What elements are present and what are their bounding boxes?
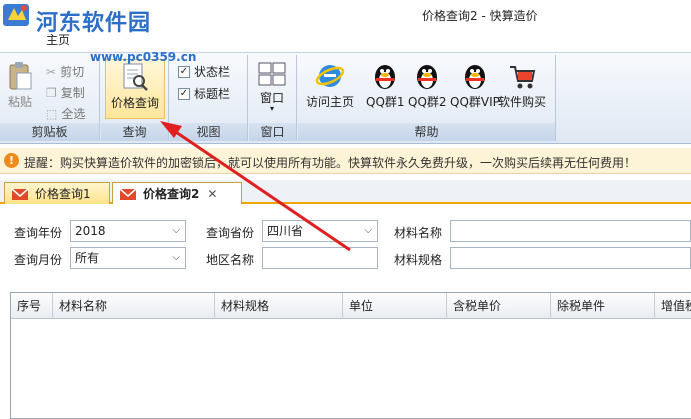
column-header[interactable]: 材料名称	[53, 293, 215, 319]
clipboard-group-label: 剪贴板	[0, 123, 99, 141]
year-select[interactable]: 2018 ⌵	[70, 220, 186, 242]
watermark-url: www.pc0359.cn	[90, 50, 197, 64]
qq-penguin-icon	[375, 65, 396, 89]
year-value: 2018	[75, 224, 106, 238]
material-spec-label: 材料规格	[394, 253, 443, 267]
province-select[interactable]: 四川省 ⌵	[262, 220, 378, 242]
copy-label: 复制	[60, 86, 85, 100]
help-group-label: 帮助	[298, 123, 555, 141]
province-value: 四川省	[267, 224, 304, 238]
qq-penguin-icon	[417, 65, 438, 89]
query-form: 查询年份 2018 ⌵ 查询月份 所有 ⌵ 查询省份 四川省 ⌵ 地区名称 材料…	[0, 206, 691, 286]
price-query-button[interactable]: 价格查询	[105, 59, 165, 119]
menu-home-tab[interactable]: 主页	[46, 31, 70, 48]
ribbon-group-view: ✓ 状态栏 ✓ 标题栏 视图	[170, 55, 248, 141]
window-group-label: 窗口	[249, 123, 296, 141]
chevron-down-icon: ⌵	[172, 225, 180, 236]
statusbar-checkbox[interactable]: ✓ 状态栏	[178, 63, 230, 80]
column-header[interactable]: 增值税	[655, 293, 691, 319]
qq-vip-label: QQ群VIP	[450, 95, 500, 109]
scissors-icon: ✂	[46, 64, 57, 79]
notice-text: 提醒：购买快算造价软件的加密锁后，就可以使用所有功能。快算软件永久免费升级，一次…	[24, 156, 637, 170]
material-name-input[interactable]	[450, 220, 691, 242]
column-header[interactable]: 序号	[11, 293, 53, 319]
paste-button[interactable]: 粘贴	[6, 61, 34, 110]
visit-home-button[interactable]: 访问主页	[306, 61, 354, 110]
copy-button[interactable]: ❐ 复制	[46, 84, 85, 101]
window-layout-icon	[258, 62, 286, 86]
notice-bar: ! 提醒：购买快算造价软件的加密锁后，就可以使用所有功能。快算软件永久免费升级，…	[0, 148, 691, 174]
app-logo-icon[interactable]	[2, 2, 32, 28]
column-header[interactable]: 含税单价	[447, 293, 551, 319]
title-bar: 河东软件园 价格查询2 - 快算造价 主页	[0, 0, 691, 47]
ribbon-group-query: 价格查询 查询	[101, 55, 169, 141]
qq-penguin-icon	[464, 65, 485, 89]
tab-label: 价格查询2	[143, 187, 200, 201]
window-title: 价格查询2 - 快算造价	[422, 9, 538, 23]
ribbon: 粘贴 ✂ 剪切 ❐ 复制 ⬚ 全选 剪贴板 价格查询 查询 ✓ 状态栏 ✓ 标题…	[0, 52, 691, 144]
month-select[interactable]: 所有 ⌵	[70, 247, 186, 269]
price-query-label: 价格查询	[110, 96, 159, 110]
qq-group2-button[interactable]: QQ群2	[408, 61, 447, 110]
ie-browser-icon	[315, 65, 345, 87]
paste-icon	[9, 62, 32, 90]
titlebar-checkbox[interactable]: ✓ 标题栏	[178, 85, 230, 102]
province-label: 查询省份	[206, 226, 255, 240]
envelope-icon	[119, 187, 137, 200]
qq-group1-label: QQ群1	[366, 95, 405, 109]
close-icon[interactable]: ✕	[207, 187, 217, 201]
visit-home-label: 访问主页	[306, 95, 355, 109]
month-value: 所有	[75, 251, 100, 265]
info-icon: !	[4, 153, 19, 168]
chevron-down-icon: ▾	[269, 104, 274, 113]
column-header[interactable]: 除税单件	[551, 293, 655, 319]
material-name-label: 材料名称	[394, 226, 443, 240]
month-label: 查询月份	[14, 253, 63, 267]
check-icon: ✓	[178, 65, 190, 78]
price-query-icon	[123, 63, 148, 91]
buy-software-button[interactable]: 软件购买	[498, 61, 546, 110]
column-header[interactable]: 材料规格	[215, 293, 343, 319]
window-button[interactable]: 窗口 ▾	[257, 61, 287, 113]
region-input[interactable]	[262, 247, 378, 269]
view-group-label: 视图	[170, 123, 247, 141]
statusbar-label: 状态栏	[194, 65, 231, 79]
ribbon-group-clipboard: 粘贴 ✂ 剪切 ❐ 复制 ⬚ 全选 剪贴板	[0, 55, 100, 141]
shopping-cart-icon	[510, 66, 536, 89]
chevron-down-icon: ⌵	[364, 225, 372, 236]
select-all-icon: ⬚	[46, 106, 58, 121]
tab-label: 价格查询1	[35, 187, 91, 201]
ribbon-group-window: 窗口 ▾ 窗口	[249, 55, 297, 141]
buy-software-label: 软件购买	[498, 95, 547, 109]
tab-price-query-2[interactable]: 价格查询2 ✕	[112, 182, 242, 204]
cut-button[interactable]: ✂ 剪切	[46, 63, 84, 80]
column-header[interactable]: 单位	[343, 293, 447, 319]
material-spec-input[interactable]	[450, 247, 691, 269]
region-label: 地区名称	[206, 253, 255, 267]
ribbon-group-help: 访问主页 QQ群1 QQ群2 QQ群VIP 软件购买 帮助	[298, 55, 556, 141]
select-all-label: 全选	[61, 107, 86, 121]
cut-label: 剪切	[60, 65, 85, 79]
qq-group2-label: QQ群2	[408, 95, 447, 109]
chevron-down-icon: ⌵	[172, 252, 180, 263]
document-tabs: 价格查询1 价格查询2 ✕	[0, 180, 691, 204]
qq-group1-button[interactable]: QQ群1	[366, 61, 405, 110]
select-all-button[interactable]: ⬚ 全选	[46, 105, 85, 122]
qq-vip-button[interactable]: QQ群VIP	[450, 61, 500, 110]
query-group-label: 查询	[101, 123, 168, 141]
paste-label: 粘贴	[7, 95, 32, 109]
check-icon: ✓	[178, 87, 190, 100]
copy-icon: ❐	[46, 85, 57, 100]
grid-header: 序号 材料名称 材料规格 单位 含税单价 除税单件 增值税	[11, 293, 691, 319]
tab-price-query-1[interactable]: 价格查询1	[4, 182, 110, 204]
results-grid[interactable]: 序号 材料名称 材料规格 单位 含税单价 除税单件 增值税	[10, 292, 691, 419]
year-label: 查询年份	[14, 226, 63, 240]
titlebar-label: 标题栏	[194, 87, 231, 101]
envelope-icon	[11, 187, 29, 200]
